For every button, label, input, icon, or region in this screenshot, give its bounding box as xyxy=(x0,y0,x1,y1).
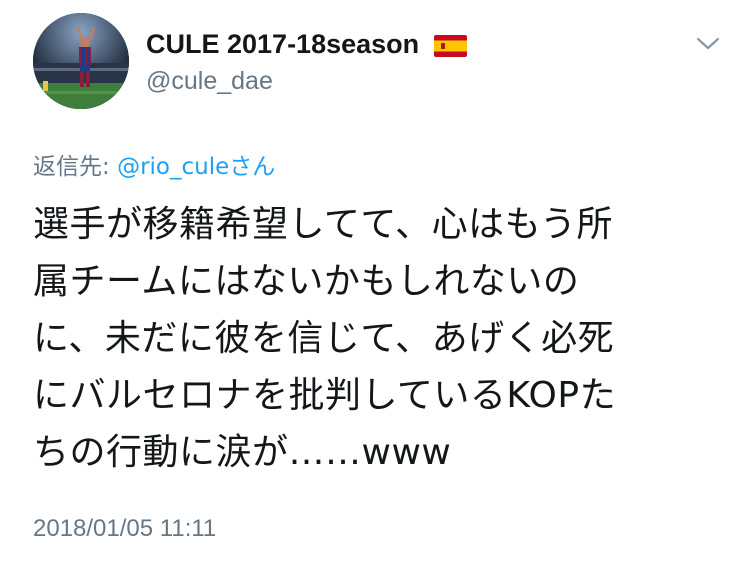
tweet-text-line: ちの行動に涙が……www xyxy=(33,432,452,473)
reply-context: 返信先: @rio_culeさん xyxy=(33,152,275,182)
reply-prefix: 返信先: xyxy=(33,154,118,180)
chevron-down-icon[interactable] xyxy=(695,34,721,52)
reply-suffix: さん xyxy=(229,154,276,180)
reply-to-user-link[interactable]: @rio_cule xyxy=(117,154,229,180)
display-name[interactable]: CULE 2017-18season xyxy=(146,28,419,60)
avatar[interactable] xyxy=(33,13,129,109)
tweet-text: 選手が移籍希望してて、心はもう所 属チームにはないかもしれないの に、未だに彼を… xyxy=(33,196,723,481)
tweet-card: CULE 2017-18season @cule_dae 返信先: @rio_c… xyxy=(0,0,750,561)
spain-flag-icon xyxy=(434,35,467,57)
tweet-text-line: に、未だに彼を信じて、あげく必死 xyxy=(33,318,615,359)
user-handle[interactable]: @cule_dae xyxy=(146,66,273,96)
tweet-text-line: 選手が移籍希望してて、心はもう所 xyxy=(33,204,614,245)
tweet-timestamp[interactable]: 2018/01/05 11:11 xyxy=(33,514,216,544)
tweet-text-line: 属チームにはないかもしれないの xyxy=(33,261,580,302)
avatar-image xyxy=(33,13,129,109)
tweet-text-line: にバルセロナを批判しているKOPた xyxy=(33,375,617,416)
